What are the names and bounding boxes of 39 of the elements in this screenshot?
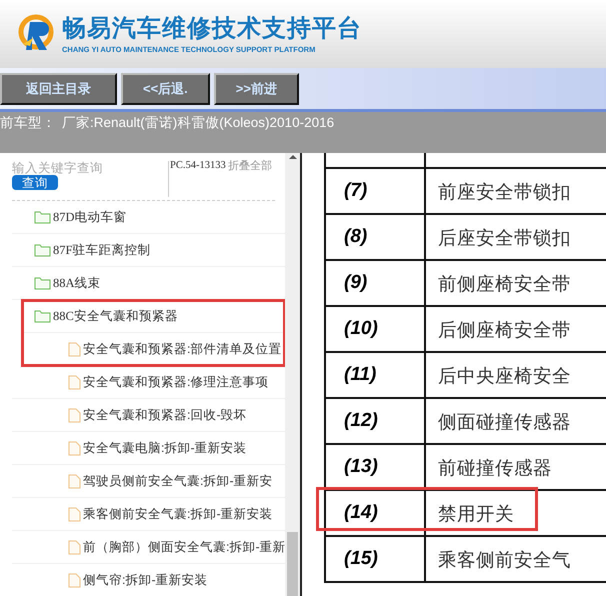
tree-item[interactable]: 乘客侧前安全气囊:拆卸-重新安装 [12, 498, 285, 531]
table-cell: (15) [325, 536, 425, 582]
document-icon [68, 474, 81, 488]
search-button[interactable]: 查询 [12, 175, 58, 190]
tree-item[interactable]: 安全气囊和预紧器:修理注意事项 [12, 366, 285, 399]
document-icon [68, 374, 81, 390]
tree-item[interactable]: 前（胸部）侧面安全气囊:拆卸-重新 [12, 531, 285, 564]
folder-icon [34, 243, 51, 257]
nav-button[interactable]: 返回主目录 [0, 72, 117, 104]
folder-icon [34, 210, 51, 224]
table-cell: (11) [325, 352, 425, 398]
table-cell: (10) [325, 306, 425, 352]
table-cell: (7) [325, 168, 425, 214]
vehicle-info: 厂家:Renault(雷诺)科雷傲(Koleos)2010-2016 [62, 114, 334, 132]
nav-button[interactable]: >>前进 [214, 72, 299, 104]
scroll-thumb[interactable] [287, 532, 298, 596]
document-icon [68, 408, 81, 422]
nav-button[interactable]: <<后退. [121, 72, 210, 104]
table-cell: (12) [325, 398, 425, 444]
scrollbar[interactable] [285, 153, 300, 596]
tree-item[interactable]: 驾驶员侧前安全气囊:拆卸-重新安 [12, 465, 285, 498]
site-title: 畅易汽车维修技术支持平台 [62, 14, 362, 42]
document-icon [68, 540, 81, 554]
document-icon [68, 440, 81, 456]
tree-item[interactable]: 安全气囊电脑:拆卸-重新安装 [12, 432, 285, 465]
tree-item[interactable]: 87D电动车窗 [12, 201, 285, 234]
code-text: PC.54-13133 [168, 161, 228, 197]
table-cell: (8) [325, 214, 425, 260]
folder-icon [34, 276, 51, 290]
document-icon [68, 342, 81, 356]
table-cell: (9) [325, 260, 425, 306]
table-cell: (13) [325, 444, 425, 490]
document-icon [68, 572, 81, 588]
document-icon [68, 506, 81, 522]
vehicle-label: 前车型： [0, 114, 56, 132]
folder-icon [34, 309, 51, 323]
tree-item[interactable]: 88C安全气囊和预紧器 [22, 300, 285, 333]
tree-item[interactable]: 安全气囊和预紧器:回收-毁坏 [12, 399, 285, 432]
tree-item[interactable]: 87F驻车距离控制 [12, 234, 285, 267]
